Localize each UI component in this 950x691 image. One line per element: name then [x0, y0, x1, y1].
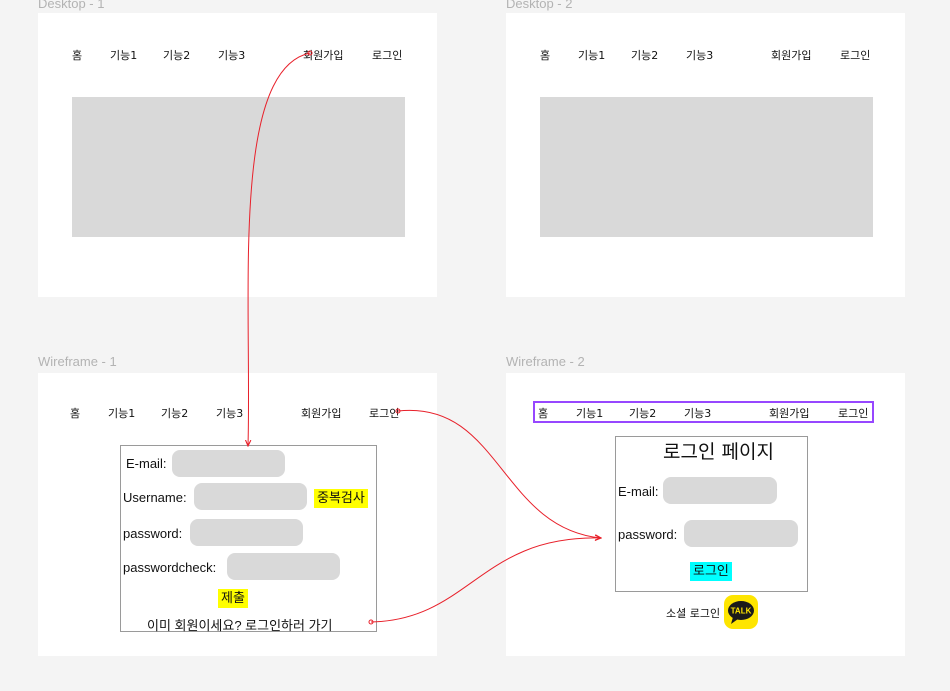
nav-feature-1[interactable]: 기능1 [108, 405, 135, 421]
email-field[interactable] [663, 477, 777, 504]
frame-title-wireframe-1: Wireframe - 1 [38, 354, 117, 369]
nav-feature-2[interactable]: 기능2 [631, 47, 658, 63]
social-login-label: 소셜 로그인 [666, 607, 721, 620]
frame-title-desktop-2: Desktop - 2 [506, 0, 573, 11]
nav-login[interactable]: 로그인 [838, 405, 868, 421]
nav-login[interactable]: 로그인 [840, 47, 870, 63]
go-to-login-link[interactable]: 이미 회원이세요? 로그인하러 가기 [147, 615, 333, 634]
nav-home[interactable]: 홈 [540, 47, 550, 63]
frame-wireframe-2: 홈 기능1 기능2 기능3 회원가입 로그인 로그인 페이지 E-mail: p… [506, 373, 905, 656]
hero-image-placeholder [540, 97, 873, 237]
nav-signup[interactable]: 회원가입 [771, 47, 811, 63]
login-form: 로그인 페이지 E-mail: password: 로그인 [615, 436, 808, 592]
email-label: E-mail: [618, 484, 659, 499]
signup-form: E-mail: Username: 중복검사 password: passwor… [120, 445, 377, 634]
nav-signup[interactable]: 회원가입 [301, 405, 341, 421]
frame-desktop-2: 홈 기능1 기능2 기능3 회원가입 로그인 [506, 13, 905, 297]
password-field[interactable] [190, 519, 303, 546]
duplicate-check-button[interactable]: 중복검사 [314, 489, 368, 508]
nav-feature-3[interactable]: 기능3 [218, 47, 245, 63]
password-check-field[interactable] [227, 553, 340, 580]
nav-home[interactable]: 홈 [70, 405, 80, 421]
login-button[interactable]: 로그인 [690, 562, 732, 581]
kakao-bubble-icon: TALK [728, 601, 754, 624]
hero-image-placeholder [72, 97, 405, 237]
username-label: Username: [123, 490, 187, 505]
nav-home[interactable]: 홈 [538, 405, 548, 421]
nav-feature-2[interactable]: 기능2 [163, 47, 190, 63]
frame-title-wireframe-2: Wireframe - 2 [506, 354, 585, 369]
kakao-talk-icon[interactable]: TALK [724, 595, 758, 629]
submit-button[interactable]: 제출 [218, 589, 248, 608]
frame-wireframe-1: 홈 기능1 기능2 기능3 회원가입 로그인 E-mail: Username:… [38, 373, 437, 656]
nav-signup[interactable]: 회원가입 [769, 405, 809, 421]
username-field[interactable] [194, 483, 307, 510]
nav-signup[interactable]: 회원가입 [303, 47, 343, 63]
password-label: password: [618, 527, 678, 542]
frame-title-desktop-1: Desktop - 1 [38, 0, 105, 11]
nav-feature-1[interactable]: 기능1 [578, 47, 605, 63]
nav-feature-3[interactable]: 기능3 [684, 405, 711, 421]
frame-desktop-1: 홈 기능1 기능2 기능3 회원가입 로그인 [38, 13, 437, 297]
nav-login[interactable]: 로그인 [372, 47, 402, 63]
login-page-title: 로그인 페이지 [663, 441, 774, 463]
nav-feature-3[interactable]: 기능3 [686, 47, 713, 63]
kakao-icon-text: TALK [731, 607, 752, 616]
password-field[interactable] [684, 520, 798, 547]
nav-feature-2[interactable]: 기능2 [629, 405, 656, 421]
email-label: E-mail: [126, 456, 167, 471]
password-check-label: passwordcheck: [123, 560, 217, 575]
nav-login[interactable]: 로그인 [369, 405, 399, 421]
nav-feature-1[interactable]: 기능1 [576, 405, 603, 421]
nav-home[interactable]: 홈 [72, 47, 82, 63]
email-field[interactable] [172, 450, 285, 477]
nav-feature-2[interactable]: 기능2 [161, 405, 188, 421]
nav-feature-3[interactable]: 기능3 [216, 405, 243, 421]
password-label: password: [123, 526, 183, 541]
nav-feature-1[interactable]: 기능1 [110, 47, 137, 63]
